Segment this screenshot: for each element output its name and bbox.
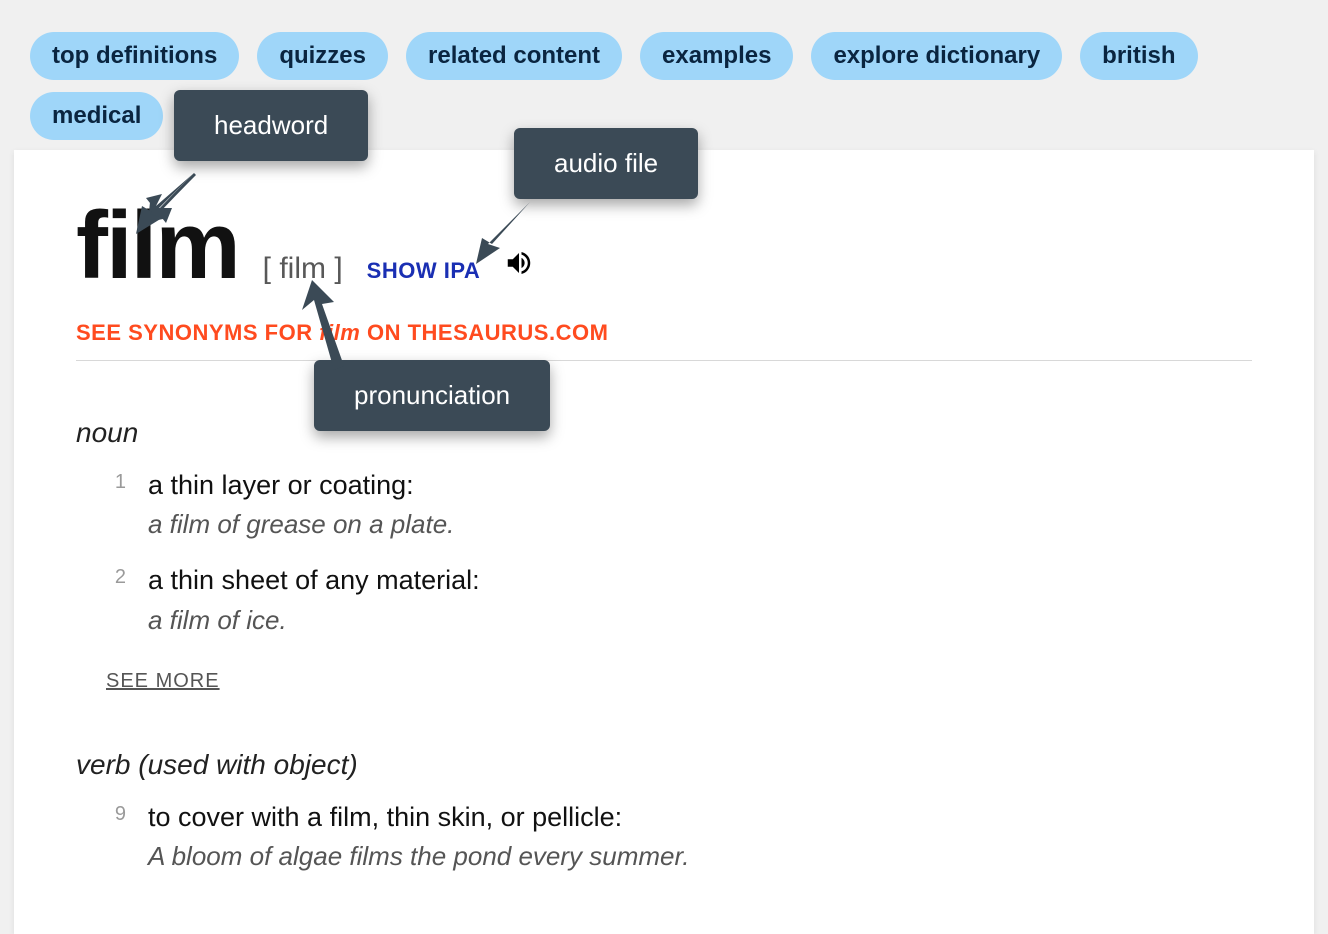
callout-headword: headword [174, 90, 368, 161]
part-of-speech-verb: verb (used with object) [76, 749, 1252, 781]
sense-number: 2 [106, 562, 126, 635]
example-text: A bloom of algae films the pond every su… [148, 841, 1252, 872]
synonyms-suffix: ON THESAURUS.COM [360, 320, 608, 345]
definition-text: a thin layer or coating: [148, 467, 1252, 503]
tab-examples[interactable]: examples [640, 32, 793, 80]
sense-row: 1 a thin layer or coating: a film of gre… [106, 467, 1252, 540]
synonyms-prefix: SEE SYNONYMS FOR [76, 320, 319, 345]
example-text: a film of ice. [148, 605, 1252, 636]
see-more-link[interactable]: SEE MORE [106, 670, 220, 693]
tab-top-definitions[interactable]: top definitions [30, 32, 239, 80]
arrow-icon [474, 198, 544, 268]
tab-british[interactable]: british [1080, 32, 1197, 80]
show-ipa-link[interactable]: SHOW IPA [367, 258, 481, 284]
sense-number: 9 [106, 799, 126, 872]
callout-audio-file: audio file [514, 128, 698, 199]
divider [76, 360, 1252, 361]
definition-text: to cover with a film, thin skin, or pell… [148, 799, 1252, 835]
sense-row: 2 a thin sheet of any material: a film o… [106, 562, 1252, 635]
entry-card: film [ film ] SHOW IPA SEE SYNONYMS FOR … [14, 150, 1314, 934]
sense-number: 1 [106, 467, 126, 540]
arrow-icon [132, 162, 212, 242]
synonyms-link[interactable]: SEE SYNONYMS FOR film ON THESAURUS.COM [76, 320, 1252, 346]
example-text: a film of grease on a plate. [148, 509, 1252, 540]
part-of-speech-noun: noun [76, 417, 1252, 449]
tab-related-content[interactable]: related content [406, 32, 622, 80]
arrow-icon [294, 280, 364, 370]
definition-text: a thin sheet of any material: [148, 562, 1252, 598]
callout-pronunciation: pronunciation [314, 360, 550, 431]
tab-explore-dictionary[interactable]: explore dictionary [811, 32, 1062, 80]
tab-medical[interactable]: medical [30, 92, 163, 140]
sense-row: 9 to cover with a film, thin skin, or pe… [106, 799, 1252, 872]
tab-quizzes[interactable]: quizzes [257, 32, 388, 80]
header-row: film [ film ] SHOW IPA [76, 198, 1252, 294]
